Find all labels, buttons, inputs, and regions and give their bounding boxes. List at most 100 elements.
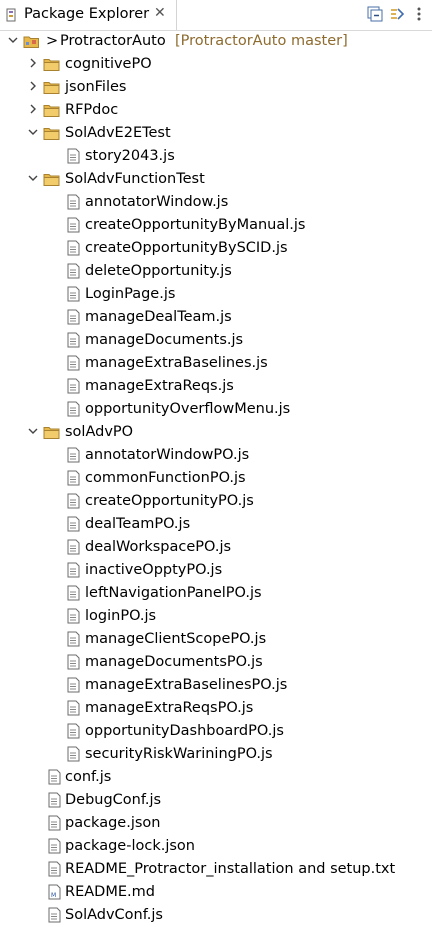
tree-file[interactable]: package-lock.json (0, 835, 432, 858)
chevron-right-icon[interactable] (27, 80, 39, 92)
tree-file[interactable]: annotatorWindowPO.js (0, 444, 432, 467)
js-file-icon (67, 309, 80, 325)
tree-item-label: createOpportunityPO.js (85, 493, 254, 509)
tree-file[interactable]: createOpportunityPO.js (0, 490, 432, 513)
tree-item-label: conf.js (65, 769, 112, 785)
tree-folder[interactable]: cognitivePO (0, 53, 432, 76)
tree-file[interactable]: deleteOpportunity.js (0, 260, 432, 283)
tree-item-label: manageDocumentsPO.js (85, 654, 263, 670)
tree-item-label: LoginPage.js (85, 286, 176, 302)
folder-icon (43, 174, 60, 186)
tree-file[interactable]: M README.md (0, 881, 432, 904)
js-file-icon (67, 240, 80, 256)
tree-file[interactable]: loginPO.js (0, 605, 432, 628)
tree-file[interactable]: createOpportunityBySCID.js (0, 237, 432, 260)
tree-file[interactable]: LoginPage.js (0, 283, 432, 306)
tree-item-label: README_Protractor_installation and setup… (65, 861, 396, 877)
project-prefix: > (46, 33, 59, 49)
tree-item-label: dealWorkspacePO.js (85, 539, 232, 555)
tree-file[interactable]: README_Protractor_installation and setup… (0, 858, 432, 881)
project-node[interactable]: > ProtractorAuto [ProtractorAuto master] (0, 30, 432, 53)
tree-file[interactable]: manageDealTeam.js (0, 306, 432, 329)
tree-file[interactable]: SolAdvConf.js (0, 904, 432, 927)
tree-folder[interactable]: solAdvPO (0, 421, 432, 444)
package-explorer-icon (6, 8, 16, 22)
tree-file[interactable]: manageDocumentsPO.js (0, 651, 432, 674)
folder-icon (43, 105, 60, 117)
js-file-icon (67, 263, 80, 279)
tree-item-label: SolAdvE2ETest (65, 125, 171, 141)
js-file-icon (67, 401, 80, 417)
tree-file[interactable]: manageDocuments.js (0, 329, 432, 352)
js-file-icon (67, 286, 80, 302)
tree-item-label: RFPdoc (65, 102, 119, 118)
file-icon (48, 769, 61, 785)
tree-item-label: SolAdvFunctionTest (65, 171, 205, 187)
tree-item-label: loginPO.js (85, 608, 157, 624)
tree-item-label: annotatorWindowPO.js (85, 447, 250, 463)
chevron-down-icon[interactable] (27, 425, 39, 437)
folder-icon (43, 427, 60, 439)
tree-file[interactable]: opportunityOverflowMenu.js (0, 398, 432, 421)
tree-item-label: dealTeamPO.js (85, 516, 191, 532)
tree-item-label: leftNavigationPanelPO.js (85, 585, 262, 601)
tree-file[interactable]: createOpportunityByManual.js (0, 214, 432, 237)
tab-package-explorer[interactable]: Package Explorer ✕ (0, 0, 177, 30)
tree-file[interactable]: story2043.js (0, 145, 432, 168)
folder-icon (43, 59, 60, 71)
close-icon[interactable]: ✕ (154, 5, 166, 21)
tree-file[interactable]: manageExtraReqs.js (0, 375, 432, 398)
tree-file[interactable]: opportunityDashboardPO.js (0, 720, 432, 743)
js-file-icon (67, 539, 80, 555)
view-tab-bar: Package Explorer ✕ (0, 0, 432, 31)
folder-icon (43, 82, 60, 94)
tree-item-label: README.md (65, 884, 155, 900)
js-file-icon (67, 217, 80, 233)
tree-file[interactable]: annotatorWindow.js (0, 191, 432, 214)
js-file-icon (67, 746, 80, 762)
tree-item-label: jsonFiles (65, 79, 127, 95)
tree-file[interactable]: securityRiskWariningPO.js (0, 743, 432, 766)
tree-file[interactable]: dealWorkspacePO.js (0, 536, 432, 559)
view-menu-icon[interactable] (410, 5, 428, 23)
tree-folder[interactable]: RFPdoc (0, 99, 432, 122)
collapse-all-icon[interactable] (366, 5, 384, 23)
markdown-file-icon: M (48, 884, 61, 900)
js-file-icon (67, 493, 80, 509)
tree-file[interactable]: leftNavigationPanelPO.js (0, 582, 432, 605)
link-with-editor-icon[interactable] (388, 5, 406, 23)
tree-file[interactable]: manageExtraBaselinesPO.js (0, 674, 432, 697)
js-file-icon (67, 608, 80, 624)
tree-item-label: manageDealTeam.js (85, 309, 232, 325)
tree-item-label: manageDocuments.js (85, 332, 244, 348)
js-file-icon (67, 723, 80, 739)
tree-item-label: DebugConf.js (65, 792, 162, 808)
svg-text:M: M (51, 892, 56, 899)
chevron-down-icon[interactable] (27, 172, 39, 184)
project-tree: > ProtractorAuto [ProtractorAuto master]… (0, 30, 432, 927)
folder-icon (43, 128, 60, 140)
tree-folder[interactable]: jsonFiles (0, 76, 432, 99)
tree-file[interactable]: inactiveOpptyPO.js (0, 559, 432, 582)
tree-item-label: package-lock.json (65, 838, 195, 854)
chevron-down-icon[interactable] (27, 126, 39, 138)
tree-item-label: createOpportunityByManual.js (85, 217, 306, 233)
chevron-down-icon[interactable] (7, 34, 19, 46)
tree-item-label: deleteOpportunity.js (85, 263, 232, 279)
js-file-icon (67, 562, 80, 578)
js-file-icon (67, 516, 80, 532)
tree-file[interactable]: manageExtraReqsPO.js (0, 697, 432, 720)
tree-folder[interactable]: SolAdvFunctionTest (0, 168, 432, 191)
chevron-right-icon[interactable] (27, 57, 39, 69)
tree-file[interactable]: conf.js (0, 766, 432, 789)
tab-title: Package Explorer (24, 6, 150, 22)
tree-file[interactable]: package.json (0, 812, 432, 835)
tree-file[interactable]: DebugConf.js (0, 789, 432, 812)
chevron-right-icon[interactable] (27, 103, 39, 115)
tree-file[interactable]: dealTeamPO.js (0, 513, 432, 536)
tree-file[interactable]: commonFunctionPO.js (0, 467, 432, 490)
tree-folder[interactable]: SolAdvE2ETest (0, 122, 432, 145)
tree-file[interactable]: manageExtraBaselines.js (0, 352, 432, 375)
tree-file[interactable]: manageClientScopePO.js (0, 628, 432, 651)
tree-item-label: createOpportunityBySCID.js (85, 240, 288, 256)
